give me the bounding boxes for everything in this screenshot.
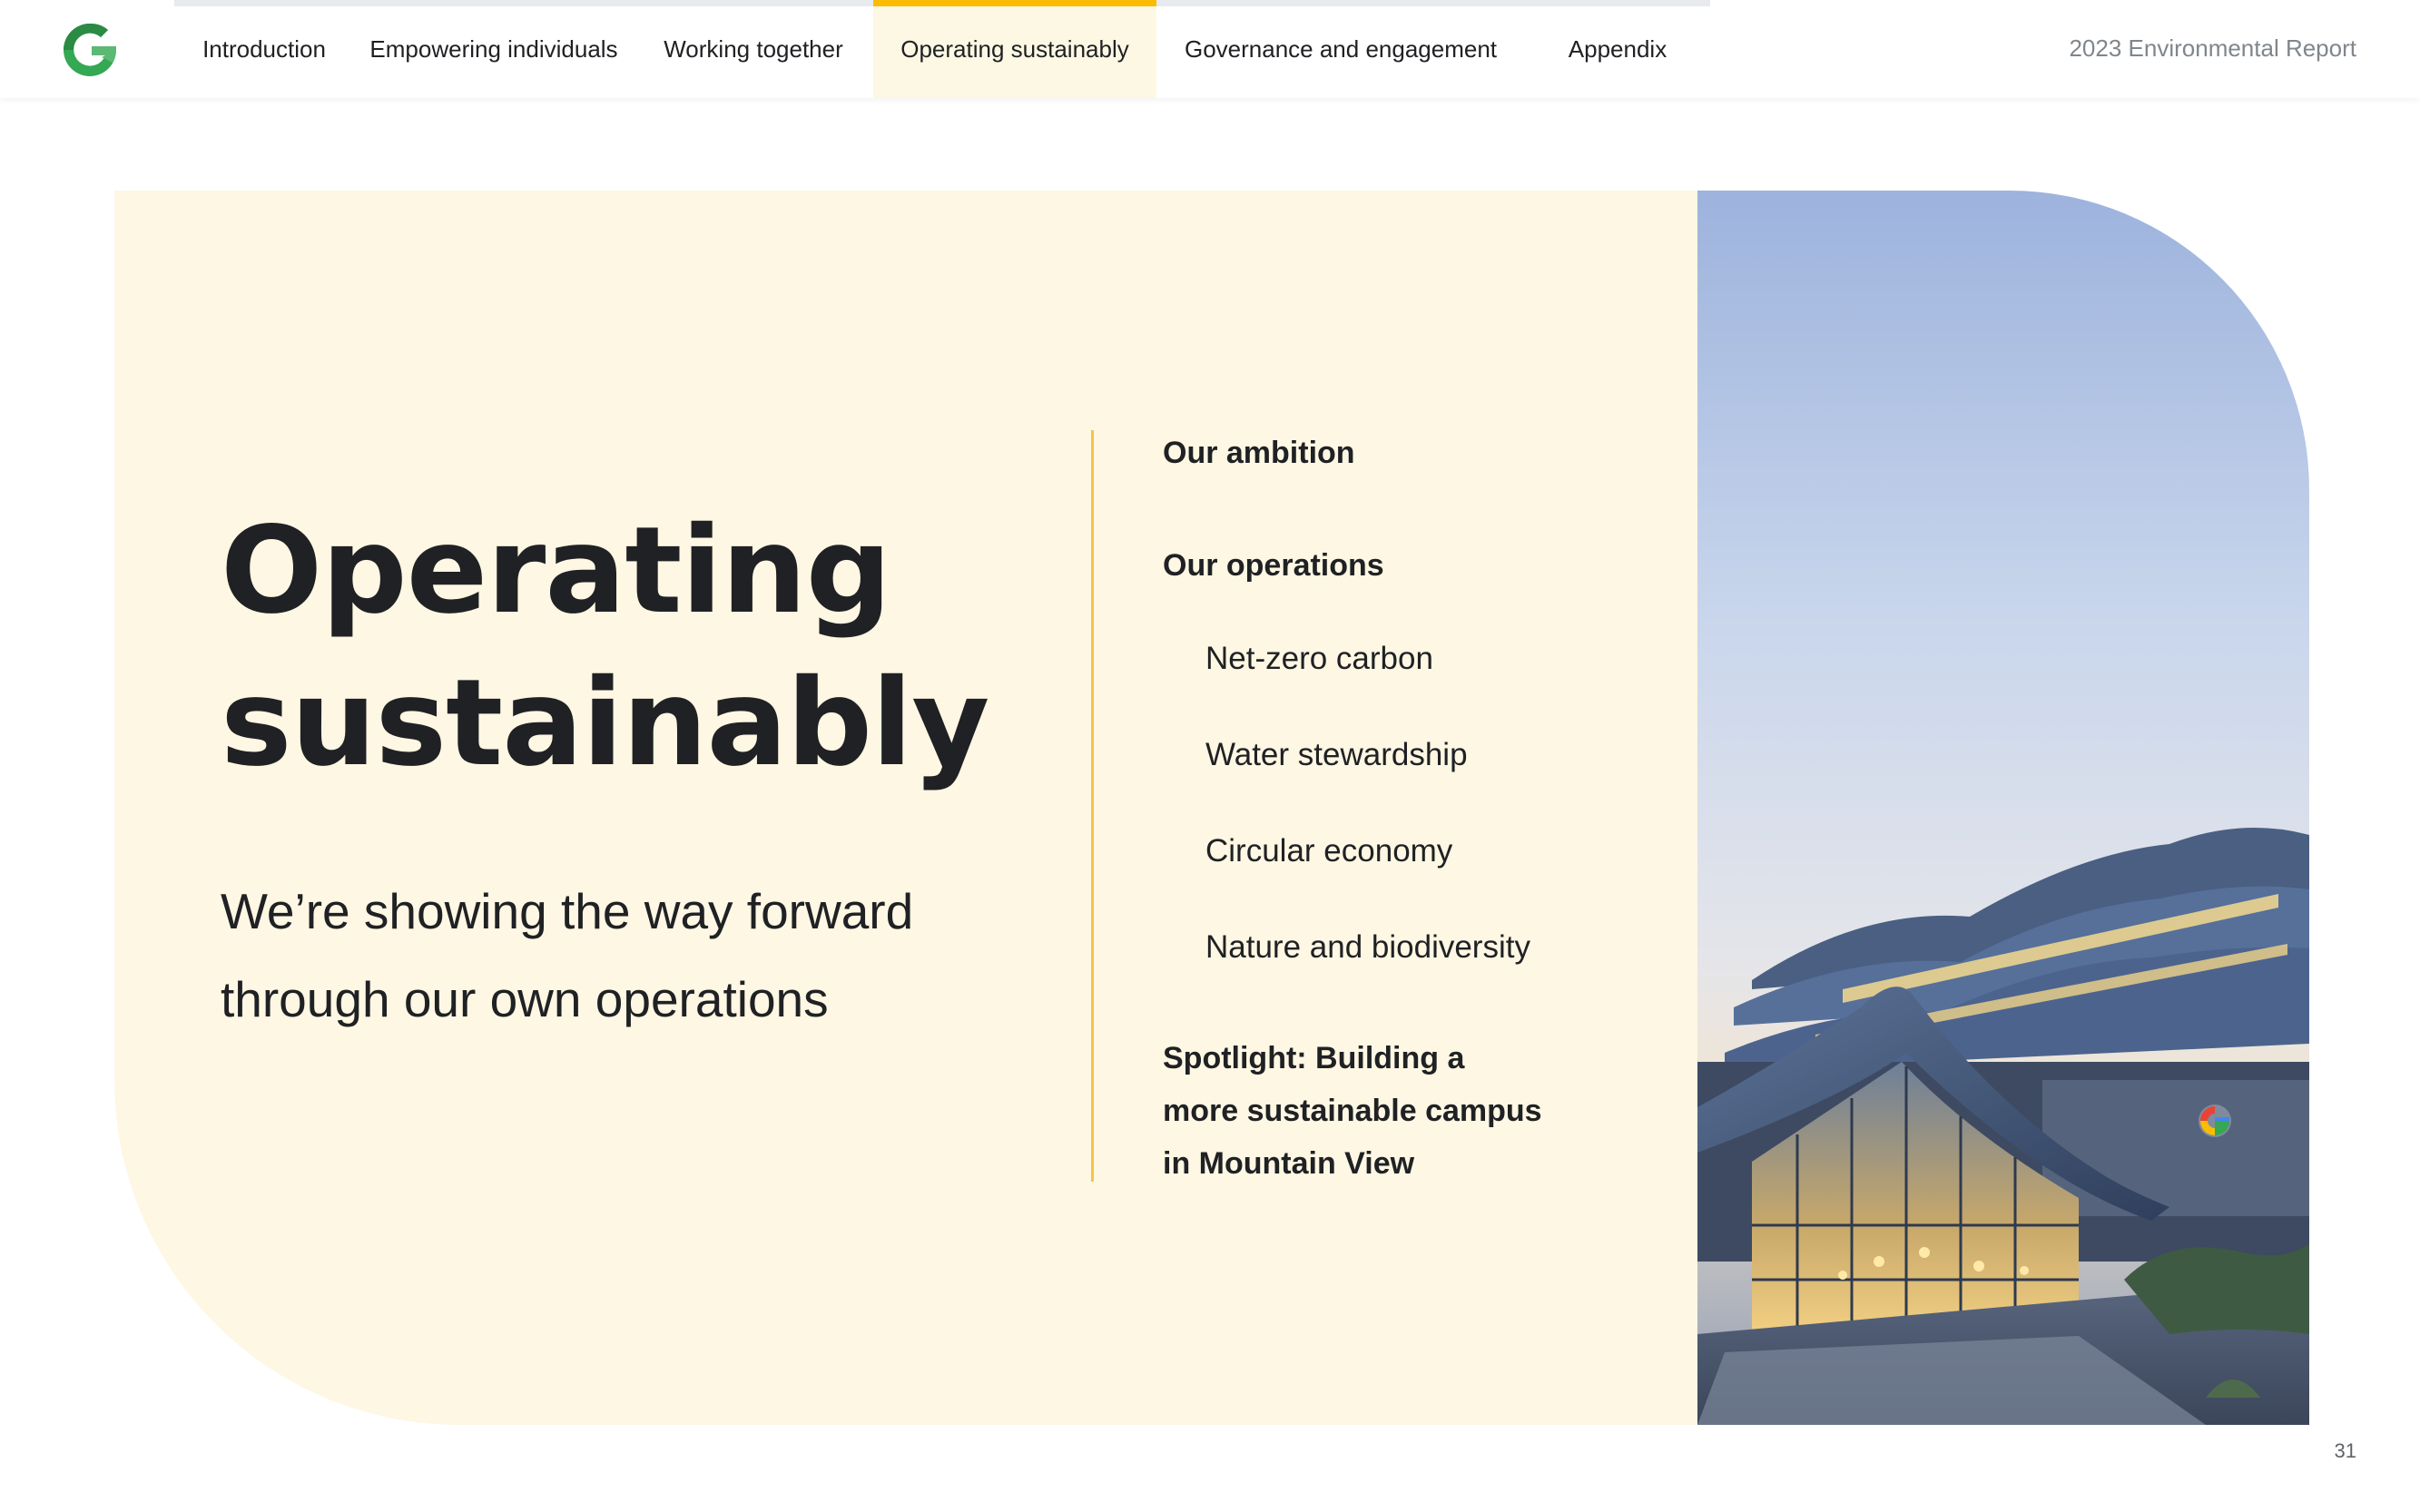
toc-spotlight-line-2: more sustainable campus xyxy=(1163,1094,1542,1128)
page-number: 31 xyxy=(2334,1439,2356,1462)
section-cover-panel xyxy=(114,191,1698,1425)
page-subtitle-line-2: through our own operations xyxy=(221,971,829,1027)
toc-link-our-ambition[interactable]: Our ambition xyxy=(1163,427,1355,479)
top-navigation-bar: Introduction Empowering individuals Work… xyxy=(0,0,2420,98)
toc-link-our-operations[interactable]: Our operations xyxy=(1163,539,1384,592)
page-subtitle-line-1: We’re showing the way forward xyxy=(221,883,914,939)
toc-link-circular-economy[interactable]: Circular economy xyxy=(1205,829,1452,874)
page-title-line-1: Operating xyxy=(221,501,891,641)
section-nav: Introduction Empowering individuals Work… xyxy=(174,0,1710,98)
toc-link-spotlight-campus[interactable]: Spotlight: Building a more sustainable c… xyxy=(1163,1032,1635,1190)
campus-photo-illustration xyxy=(1697,191,2309,1425)
page-title-line-2: sustainably xyxy=(221,653,989,793)
page-subtitle: We’re showing the way forward through ou… xyxy=(221,868,1038,1044)
nav-item-appendix[interactable]: Appendix xyxy=(1525,0,1710,98)
nav-item-introduction[interactable]: Introduction xyxy=(174,0,354,98)
nav-item-empowering-individuals[interactable]: Empowering individuals xyxy=(354,0,634,98)
page-title: Operating sustainably xyxy=(221,495,1038,800)
toc-divider xyxy=(1091,430,1094,1182)
nav-item-operating-sustainably[interactable]: Operating sustainably xyxy=(873,0,1156,98)
toc-link-net-zero-carbon[interactable]: Net-zero carbon xyxy=(1205,636,1433,682)
nav-item-working-together[interactable]: Working together xyxy=(634,0,873,98)
toc-spotlight-line-1: Spotlight: Building a xyxy=(1163,1041,1465,1075)
toc-link-water-stewardship[interactable]: Water stewardship xyxy=(1205,732,1468,778)
campus-building-photo xyxy=(1697,191,2309,1425)
nav-item-governance-and-engagement[interactable]: Governance and engagement xyxy=(1156,0,1525,98)
toc-link-nature-and-biodiversity[interactable]: Nature and biodiversity xyxy=(1205,925,1530,970)
report-title: 2023 Environmental Report xyxy=(2069,34,2356,62)
toc-spotlight-line-3: in Mountain View xyxy=(1163,1146,1415,1181)
google-leaf-logo-icon[interactable] xyxy=(60,20,120,80)
